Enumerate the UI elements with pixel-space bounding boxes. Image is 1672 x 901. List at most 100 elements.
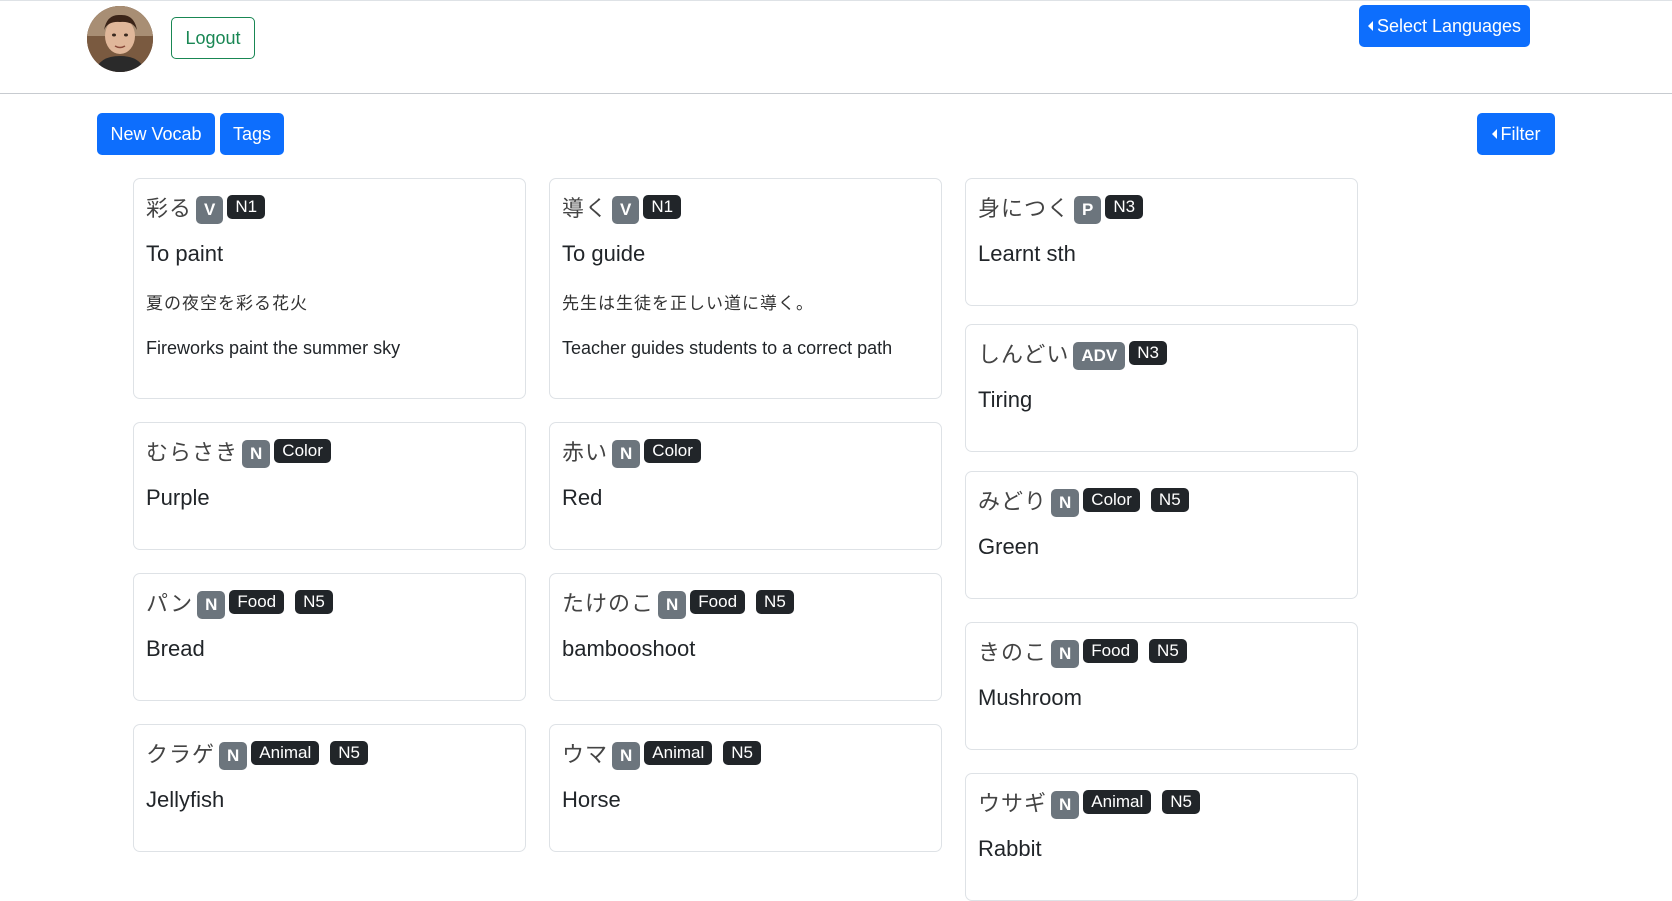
tag-badge: Animal [1083,790,1152,814]
card-header: みどり N Color N5 [978,484,1345,517]
level-badge: N5 [1162,790,1200,814]
tag-badge: Food [690,590,746,614]
filter-button[interactable]: Filter [1477,113,1555,155]
vocab-word: パン [146,592,194,617]
pos-badge: ADV [1073,342,1126,370]
vocab-word: 赤い [562,441,609,466]
vocab-word: たけのこ [562,592,655,617]
avatar-image [87,6,153,72]
tag-badge: Color [274,439,331,463]
logout-button[interactable]: Logout [171,17,255,59]
vocab-column: 身につく P N3 Learnt sth しんどい ADV N3 Tiring … [965,178,1358,901]
new-vocab-button[interactable]: New Vocab [97,113,215,155]
tag-badge: Food [229,590,285,614]
pos-badge: N [242,440,271,468]
vocab-meaning: Jellyfish [146,787,225,812]
pos-badge: N [197,591,226,619]
tags-button[interactable]: Tags [220,113,284,155]
vocab-card[interactable]: 赤い N Color Red [549,422,942,550]
card-header: 彩る V N1 [146,191,513,224]
vocab-word: 身につく [978,197,1071,222]
vocab-meaning: Horse [562,787,621,812]
vocab-column: 導く V N1 To guide 先生は生徒を正しい道に導く。 Teacher … [549,178,942,852]
select-languages-label: Select Languages [1376,15,1522,36]
caret-left-icon [1367,21,1373,31]
pos-badge: N [658,591,687,619]
pos-badge: N [219,742,248,770]
card-header: たけのこ N Food N5 [562,586,929,619]
vocab-card[interactable]: むらさき N Color Purple [133,422,526,550]
pos-badge: P [1074,196,1102,224]
level-badge: N5 [330,741,368,765]
vocab-card[interactable]: パン N Food N5 Bread [133,573,526,701]
pos-badge: N [1051,791,1080,819]
card-header: ウマ N Animal N5 [562,737,929,770]
vocab-card[interactable]: 身につく P N3 Learnt sth [965,178,1358,306]
vocab-column: 彩る V N1 To paint 夏の夜空を彩る花火 Fireworks pai… [133,178,526,852]
vocab-card[interactable]: ウマ N Animal N5 Horse [549,724,942,852]
pos-badge: N [1051,640,1080,668]
tag-badge: N1 [643,195,682,219]
vocab-meaning: To paint [146,241,224,266]
vocab-card[interactable]: みどり N Color N5 Green [965,471,1358,599]
vocab-word: むらさき [146,441,239,466]
card-header: ウサギ N Animal N5 [978,786,1345,819]
tag-badge: N3 [1129,341,1167,365]
tag-badge: Color [1083,488,1140,512]
vocab-card[interactable]: きのこ N Food N5 Mushroom [965,622,1358,750]
user-avatar[interactable] [87,6,153,72]
vocab-meaning: Mushroom [978,685,1082,710]
vocab-card[interactable]: クラゲ N Animal N5 Jellyfish [133,724,526,852]
vocab-card[interactable]: ウサギ N Animal N5 Rabbit [965,773,1358,901]
vocab-word: きのこ [978,641,1048,666]
top-border [0,0,1672,1]
vocab-meaning: Learnt sth [978,241,1076,266]
vocab-word: クラゲ [146,743,216,768]
tag-badge: Food [1083,639,1139,663]
vocab-meaning: Tiring [978,387,1033,412]
vocab-word: ウマ [562,743,609,768]
vocab-word: みどり [978,490,1048,515]
card-header: むらさき N Color [146,435,513,468]
level-badge: N5 [756,590,794,614]
vocab-word: しんどい [978,343,1070,368]
pos-badge: N [1051,489,1080,517]
header-divider [0,93,1672,94]
example-english: Fireworks paint the summer sky [146,338,401,358]
tag-badge: Color [644,439,701,463]
pos-badge: V [612,196,640,224]
card-header: 赤い N Color [562,435,929,468]
tag-badge: N1 [227,195,266,219]
card-header: 導く V N1 [562,191,929,224]
select-languages-button[interactable]: Select Languages [1359,5,1530,47]
vocab-card[interactable]: たけのこ N Food N5 bambooshoot [549,573,942,701]
example-japanese: 夏の夜空を彩る花火 [146,294,308,314]
vocab-card[interactable]: 彩る V N1 To paint 夏の夜空を彩る花火 Fireworks pai… [133,178,526,399]
example-japanese: 先生は生徒を正しい道に導く。 [562,294,814,314]
vocab-word: 彩る [146,197,193,222]
vocab-card[interactable]: 導く V N1 To guide 先生は生徒を正しい道に導く。 Teacher … [549,178,942,399]
vocab-meaning: To guide [562,241,646,266]
tag-badge: N3 [1105,195,1144,219]
caret-left-icon [1491,129,1497,139]
level-badge: N5 [723,741,761,765]
vocab-word: ウサギ [978,792,1048,817]
card-header: きのこ N Food N5 [978,635,1345,668]
level-badge: N5 [1149,639,1187,663]
tag-badge: Animal [644,741,713,765]
pos-badge: N [612,742,641,770]
tag-badge: Animal [251,741,320,765]
vocab-card[interactable]: しんどい ADV N3 Tiring [965,324,1358,452]
vocab-meaning: Green [978,534,1040,559]
card-header: 身につく P N3 [978,191,1345,224]
example-english: Teacher guides students to a correct pat… [562,338,893,358]
filter-label: Filter [1500,123,1541,144]
vocab-meaning: Red [562,485,603,510]
vocab-meaning: bambooshoot [562,636,696,661]
card-header: クラゲ N Animal N5 [146,737,513,770]
level-badge: N5 [1150,488,1189,512]
vocab-meaning: Purple [146,485,210,510]
vocab-grid: 彩る V N1 To paint 夏の夜空を彩る花火 Fireworks pai… [133,178,1360,901]
pos-badge: N [612,440,641,468]
card-header: パン N Food N5 [146,586,513,619]
